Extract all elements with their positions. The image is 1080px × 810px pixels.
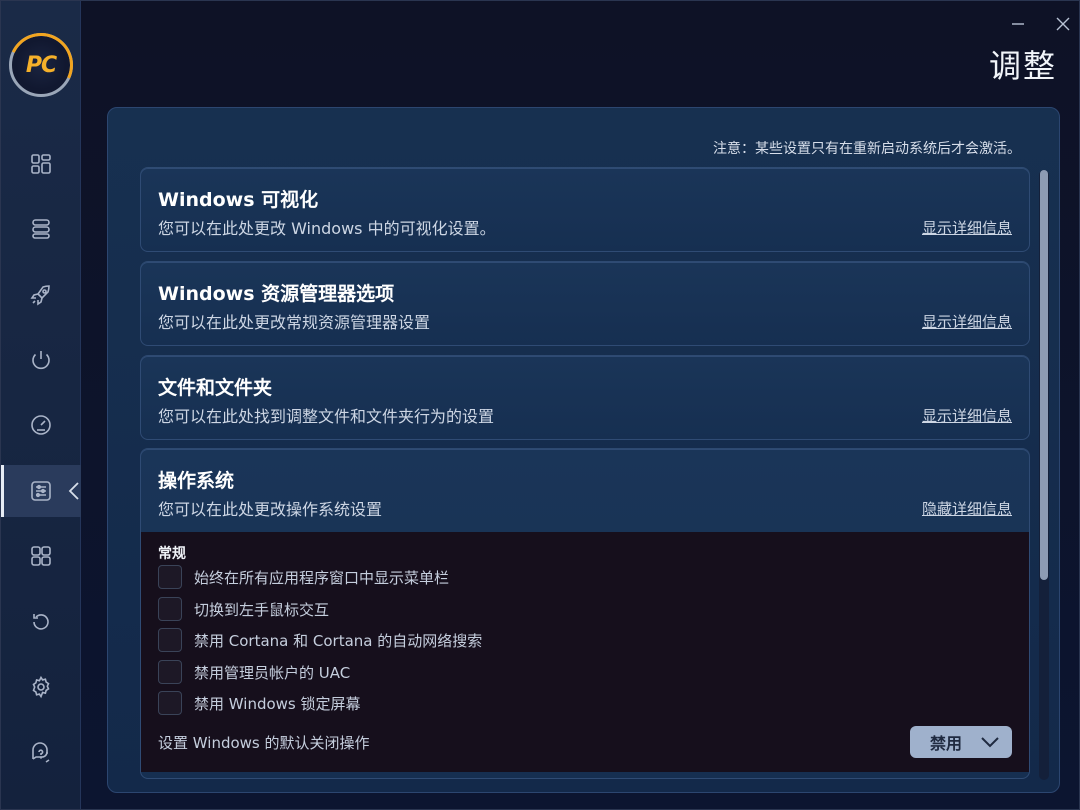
- show-details-link[interactable]: 显示详细信息: [922, 405, 1012, 426]
- chevron-left-icon: [68, 482, 79, 500]
- sidebar-item-performance[interactable]: [1, 399, 81, 451]
- card-description: 您可以在此处更改操作系统设置: [158, 500, 383, 519]
- option-row[interactable]: 禁用 Cortana 和 Cortana 的自动网络搜索: [158, 627, 482, 653]
- option-label: 切换到左手鼠标交互: [194, 600, 330, 619]
- checkbox[interactable]: [158, 597, 182, 621]
- logo-ring: [0, 23, 83, 107]
- card-explorer-options: Windows 资源管理器选项 您可以在此处更改常规资源管理器设置 显示详细信息: [140, 262, 1030, 346]
- section-label-general: 常规: [158, 546, 186, 562]
- card-title: 操作系统: [158, 470, 235, 492]
- os-settings-body: 常规 始终在所有应用程序窗口中显示菜单栏 切换到左手鼠标交互 禁用 Cortan…: [141, 532, 1029, 772]
- option-row[interactable]: 禁用管理员帐户的 UAC: [158, 659, 350, 685]
- card-windows-visual: Windows 可视化 您可以在此处更改 Windows 中的可视化设置。 显示…: [140, 168, 1030, 252]
- card-description: 您可以在此处找到调整文件和文件夹行为的设置: [158, 407, 495, 426]
- shutdown-action-dropdown[interactable]: 禁用: [910, 726, 1012, 758]
- option-row[interactable]: 禁用 Windows 锁定屏幕: [158, 690, 361, 716]
- scrollbar[interactable]: [1039, 170, 1049, 780]
- sidebar-item-settings[interactable]: [1, 661, 81, 713]
- list-icon: [32, 219, 50, 239]
- option-label: 禁用 Cortana 和 Cortana 的自动网络搜索: [194, 631, 483, 650]
- scrollbar-thumb[interactable]: [1040, 170, 1048, 580]
- card-operating-system: 操作系统 您可以在此处更改操作系统设置 隐藏详细信息 常规 始终在所有应用程序窗…: [140, 449, 1030, 779]
- main-panel: 注意：某些设置只有在重新启动系统后才会激活。 Windows 可视化 您可以在此…: [107, 107, 1060, 793]
- chevron-down-icon: [981, 737, 999, 748]
- minimize-icon: [1012, 23, 1024, 25]
- option-row[interactable]: 切换到左手鼠标交互: [158, 596, 329, 622]
- apps-icon: [31, 546, 51, 566]
- checkbox[interactable]: [158, 660, 182, 684]
- checkbox[interactable]: [158, 691, 182, 715]
- dashboard-icon: [31, 154, 51, 174]
- show-details-link[interactable]: 显示详细信息: [922, 311, 1012, 332]
- support-icon: [32, 742, 50, 763]
- checkbox[interactable]: [158, 565, 182, 589]
- sidebar-item-boost[interactable]: [1, 269, 81, 321]
- app-logo[interactable]: PC: [0, 23, 83, 107]
- card-description: 您可以在此处更改常规资源管理器设置: [158, 313, 431, 332]
- shutdown-action-label: 设置 Windows 的默认关闭操作: [158, 734, 370, 752]
- card-title: 文件和文件夹: [158, 377, 273, 399]
- tweaks-icon: [31, 481, 51, 501]
- card-description: 您可以在此处更改 Windows 中的可视化设置。: [158, 219, 496, 238]
- option-row[interactable]: 始终在所有应用程序窗口中显示菜单栏: [158, 564, 449, 590]
- app-window: PC 调整 注意：某些设置只有在重新启动系统后才会激活。 Windows 可视化…: [0, 0, 1080, 810]
- speedometer-icon: [31, 415, 51, 435]
- sidebar-item-power[interactable]: [1, 334, 81, 386]
- rocket-icon: [30, 285, 50, 306]
- close-button[interactable]: [1052, 13, 1074, 35]
- restart-notice: 注意：某些设置只有在重新启动系统后才会激活。: [713, 141, 1021, 157]
- option-label: 始终在所有应用程序窗口中显示菜单栏: [194, 568, 450, 587]
- sidebar-item-support[interactable]: [1, 727, 81, 779]
- dropdown-value: 禁用: [930, 734, 963, 753]
- card-title: Windows 资源管理器选项: [158, 283, 395, 305]
- checkbox[interactable]: [158, 628, 182, 652]
- card-title: Windows 可视化: [158, 189, 319, 211]
- sidebar-collapse-chevron[interactable]: [67, 481, 81, 501]
- show-details-link[interactable]: 显示详细信息: [922, 217, 1012, 238]
- option-label: 禁用管理员帐户的 UAC: [194, 663, 351, 682]
- sidebar-item-dashboard[interactable]: [1, 138, 81, 190]
- hide-details-link[interactable]: 隐藏详细信息: [922, 498, 1012, 519]
- sidebar-item-restore[interactable]: [1, 596, 81, 648]
- minimize-button[interactable]: [1007, 13, 1029, 35]
- sidebar-item-apps[interactable]: [1, 530, 81, 582]
- sidebar: PC: [0, 1, 83, 809]
- close-icon: [1056, 17, 1070, 31]
- restore-icon: [33, 614, 49, 630]
- sidebar-item-list[interactable]: [1, 203, 81, 255]
- card-files-folders: 文件和文件夹 您可以在此处找到调整文件和文件夹行为的设置 显示详细信息: [140, 356, 1030, 440]
- page-title: 调整: [988, 47, 1057, 85]
- gear-icon: [32, 675, 50, 699]
- power-icon: [32, 351, 50, 370]
- option-label: 禁用 Windows 锁定屏幕: [194, 694, 361, 713]
